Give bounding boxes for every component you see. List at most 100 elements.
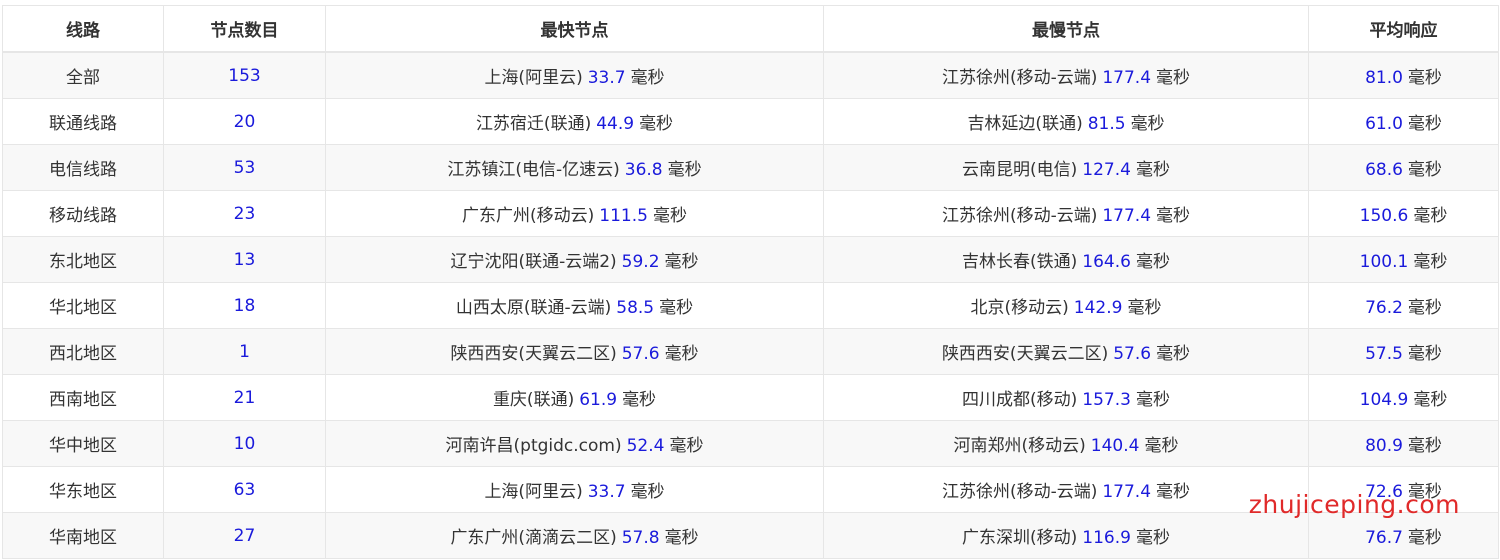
unit-label: 毫秒 (1407, 528, 1442, 548)
unit-label: 毫秒 (1407, 436, 1442, 456)
fastest-node-name: 江苏宿迁(联通) (475, 114, 592, 134)
slowest-node-ms: 177.4 (1102, 206, 1152, 226)
header-slowest-node: 最慢节点 (823, 5, 1309, 53)
average-response-cell: 57.5 毫秒 (1308, 328, 1499, 375)
page: 线路 节点数目 最快节点 最慢节点 平均响应 全部 153 上海(阿里云) 33.7 毫… (0, 0, 1500, 560)
unit-label: 毫秒 (1130, 114, 1165, 134)
unit-label: 毫秒 (1135, 528, 1170, 548)
fastest-node-ms: 61.9 (579, 390, 618, 410)
fastest-node-cell: 河南许昌(ptgidc.com) 52.4 毫秒 (325, 420, 824, 467)
header-average-response: 平均响应 (1308, 5, 1499, 53)
average-ms: 80.9 (1365, 436, 1403, 456)
fastest-node-name: 江苏镇江(电信-亿速云) (447, 160, 620, 180)
fastest-node-ms: 59.2 (621, 252, 660, 272)
line-cell: 西北地区 (2, 328, 164, 375)
unit-label: 毫秒 (1407, 298, 1442, 318)
slowest-node-cell: 江苏徐州(移动-云端) 177.4 毫秒 (823, 190, 1309, 237)
unit-label: 毫秒 (1135, 390, 1170, 410)
fastest-node-cell: 上海(阿里云) 33.7 毫秒 (325, 466, 824, 513)
line-cell: 华中地区 (2, 420, 164, 467)
average-ms: 81.0 (1365, 68, 1403, 88)
unit-label: 毫秒 (1407, 160, 1442, 180)
fastest-node-name: 上海(阿里云) (484, 68, 583, 88)
unit-label: 毫秒 (667, 160, 702, 180)
fastest-node-name: 重庆(联通) (492, 390, 575, 410)
slowest-node-name: 江苏徐州(移动-云端) (941, 482, 1098, 502)
slowest-node-ms: 177.4 (1102, 482, 1152, 502)
unit-label: 毫秒 (669, 436, 704, 456)
unit-label: 毫秒 (622, 390, 657, 410)
average-response-cell: 100.1 毫秒 (1308, 236, 1499, 283)
table-row: 西北地区 1 陕西西安(天翼云二区) 57.6 毫秒 陕西西安(天翼云二区) 57.6 毫秒 5… (2, 328, 1499, 375)
slowest-node-name: 河南郑州(移动云) (953, 436, 1086, 456)
fastest-node-name: 陕西西安(天翼云二区) (450, 344, 617, 364)
slowest-node-name: 吉林长春(铁通) (962, 252, 1078, 272)
unit-label: 毫秒 (652, 206, 687, 226)
unit-label: 毫秒 (630, 68, 665, 88)
fastest-node-ms: 58.5 (616, 298, 655, 318)
line-cell: 华北地区 (2, 282, 164, 329)
average-ms: 57.5 (1365, 344, 1403, 364)
header-line: 线路 (2, 5, 164, 53)
slowest-node-cell: 吉林长春(铁通) 164.6 毫秒 (823, 236, 1309, 283)
table-row: 全部 153 上海(阿里云) 33.7 毫秒 江苏徐州(移动-云端) 177.4 毫秒 81.0… (2, 51, 1499, 99)
average-ms: 76.7 (1365, 528, 1403, 548)
fastest-node-name: 上海(阿里云) (484, 482, 583, 502)
slowest-node-ms: 157.3 (1082, 390, 1131, 410)
slowest-node-cell: 广东深圳(移动) 116.9 毫秒 (823, 512, 1309, 559)
header-node-count: 节点数目 (163, 5, 326, 53)
fastest-node-name: 广东广州(移动云) (462, 206, 595, 226)
slowest-node-name: 四川成都(移动) (962, 390, 1078, 410)
slowest-node-cell: 四川成都(移动) 157.3 毫秒 (823, 374, 1309, 421)
fastest-node-cell: 陕西西安(天翼云二区) 57.6 毫秒 (325, 328, 824, 375)
line-cell: 西南地区 (2, 374, 164, 421)
slowest-node-ms: 140.4 (1090, 436, 1140, 456)
fastest-node-ms: 57.6 (621, 344, 660, 364)
average-ms: 68.6 (1365, 160, 1403, 180)
table-row: 电信线路 53 江苏镇江(电信-亿速云) 36.8 毫秒 云南昆明(电信) 127.4 毫秒 6… (2, 144, 1499, 191)
node-count-cell: 27 (163, 512, 326, 559)
unit-label: 毫秒 (664, 252, 699, 272)
average-ms: 61.0 (1365, 114, 1403, 134)
slowest-node-cell: 吉林延边(联通) 81.5 毫秒 (823, 98, 1309, 145)
slowest-node-ms: 177.4 (1102, 68, 1152, 88)
slowest-node-name: 广东深圳(移动) (962, 528, 1078, 548)
average-ms: 76.2 (1365, 298, 1403, 318)
node-count-cell: 1 (163, 328, 326, 375)
line-cell: 联通线路 (2, 98, 164, 145)
node-count-cell: 13 (163, 236, 326, 283)
slowest-node-cell: 江苏徐州(移动-云端) 177.4 毫秒 (823, 466, 1309, 513)
node-count-cell: 53 (163, 144, 326, 191)
slowest-node-name: 北京(移动云) (970, 298, 1069, 318)
average-response-cell: 104.9 毫秒 (1308, 374, 1499, 421)
unit-label: 毫秒 (1407, 344, 1442, 364)
unit-label: 毫秒 (1407, 482, 1442, 502)
slowest-node-cell: 河南郑州(移动云) 140.4 毫秒 (823, 420, 1309, 467)
table-row: 移动线路 23 广东广州(移动云) 111.5 毫秒 江苏徐州(移动-云端) 177.4 毫秒… (2, 190, 1499, 237)
average-response-cell: 80.9 毫秒 (1308, 420, 1499, 467)
node-count-cell: 18 (163, 282, 326, 329)
unit-label: 毫秒 (1407, 114, 1442, 134)
average-ms: 72.6 (1365, 482, 1403, 502)
unit-label: 毫秒 (664, 528, 699, 548)
node-count-cell: 21 (163, 374, 326, 421)
fastest-node-cell: 广东广州(移动云) 111.5 毫秒 (325, 190, 824, 237)
fastest-node-cell: 江苏宿迁(联通) 44.9 毫秒 (325, 98, 824, 145)
average-ms: 100.1 (1359, 252, 1409, 272)
unit-label: 毫秒 (1413, 206, 1448, 226)
line-cell: 移动线路 (2, 190, 164, 237)
slowest-node-name: 江苏徐州(移动-云端) (941, 206, 1098, 226)
slowest-node-ms: 164.6 (1082, 252, 1131, 272)
slowest-node-ms: 57.6 (1113, 344, 1152, 364)
unit-label: 毫秒 (1156, 344, 1191, 364)
fastest-node-ms: 36.8 (624, 160, 663, 180)
latency-table: 线路 节点数目 最快节点 最慢节点 平均响应 全部 153 上海(阿里云) 33.7 毫… (2, 5, 1499, 559)
header-fastest-node: 最快节点 (325, 5, 824, 53)
unit-label: 毫秒 (1127, 298, 1162, 318)
fastest-node-ms: 52.4 (626, 436, 665, 456)
slowest-node-cell: 陕西西安(天翼云二区) 57.6 毫秒 (823, 328, 1309, 375)
slowest-node-name: 江苏徐州(移动-云端) (941, 68, 1098, 88)
fastest-node-cell: 广东广州(滴滴云二区) 57.8 毫秒 (325, 512, 824, 559)
slowest-node-ms: 116.9 (1082, 528, 1131, 548)
unit-label: 毫秒 (1144, 436, 1179, 456)
